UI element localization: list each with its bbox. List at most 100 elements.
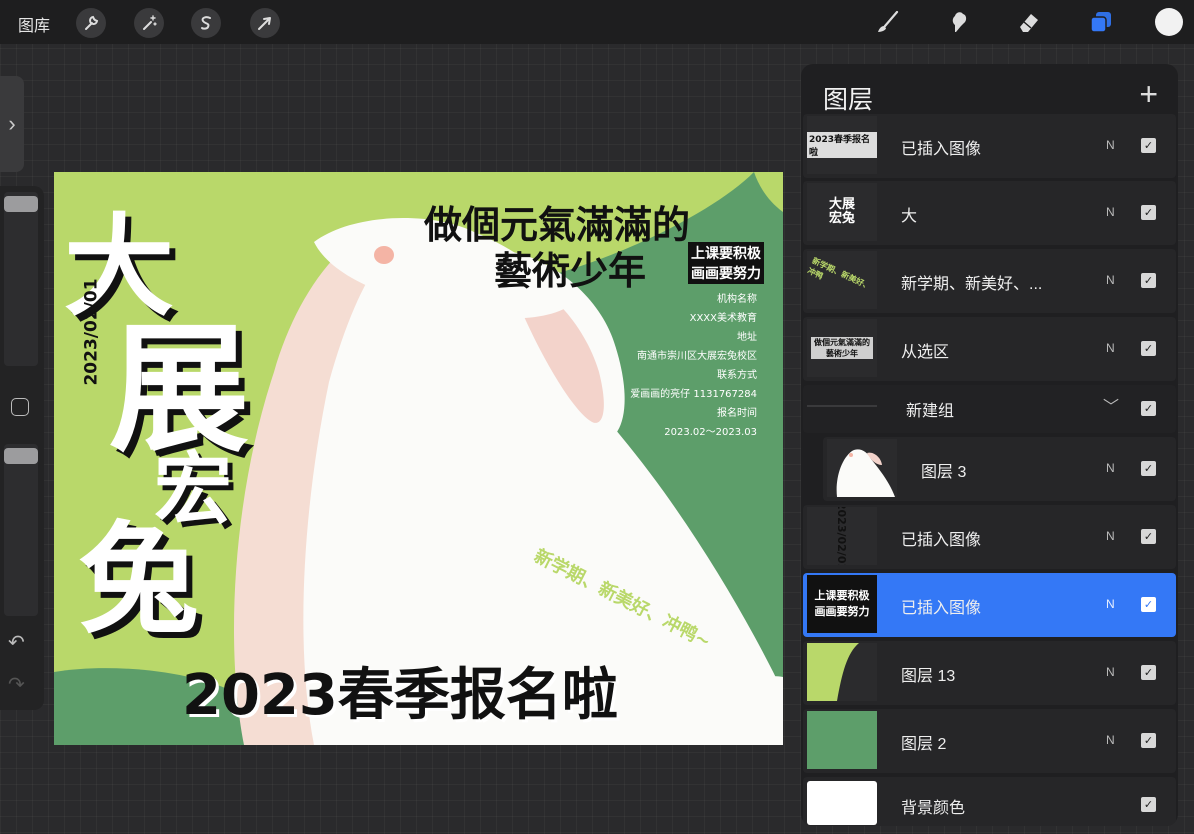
- layer-row[interactable]: 图层 13 N ✓: [803, 641, 1176, 705]
- thumb-text: 2023/02/01: [835, 507, 849, 565]
- gallery-button[interactable]: 图库: [18, 12, 50, 36]
- artwork-title-line2: 藝術少年: [494, 249, 647, 293]
- info-line: 爱画画的亮仔 1131767284: [630, 389, 757, 400]
- thumb-text: 大展宏兔: [828, 197, 855, 226]
- layer-name: 背景颜色: [901, 800, 966, 817]
- layer-name: 图层 2: [901, 736, 947, 753]
- transform-arrow-icon[interactable]: [250, 8, 280, 38]
- artwork-big-char-4: 兔: [79, 511, 199, 650]
- layer-row[interactable]: 2023/02/01 已插入图像 N ✓: [803, 505, 1176, 569]
- brush-size-knob[interactable]: [4, 196, 38, 212]
- artwork-slogan-line1: 上课要积极: [688, 242, 764, 264]
- layer-group-row[interactable]: 新建组 ﹀ ✓: [803, 385, 1176, 433]
- eraser-icon[interactable]: [1014, 7, 1044, 37]
- chevron-down-icon[interactable]: ﹀: [1103, 393, 1119, 417]
- layers-panel-title: 图层: [823, 86, 874, 114]
- layer-row[interactable]: 做個元氣滿滿的藝術少年 从选区 N ✓: [803, 317, 1176, 381]
- layer-thumbnail: 2023/02/01: [807, 507, 877, 565]
- blend-mode[interactable]: N: [1106, 665, 1115, 679]
- layer-thumbnail: 做個元氣滿滿的藝術少年: [807, 319, 877, 377]
- layer-thumbnail: [807, 781, 877, 825]
- visibility-checkbox[interactable]: ✓: [1141, 138, 1156, 153]
- layer-thumbnail: 上课要积极画画要努力: [807, 575, 877, 633]
- layer-thumbnail: 大展宏兔: [807, 183, 877, 241]
- artwork-canvas[interactable]: 大 展 宏 兔 2023/02/01 做個元氣滿滿的 藝術少年 上课要积极 画画…: [54, 172, 783, 745]
- layer-thumbnail: [807, 643, 877, 701]
- artwork-slogan-line2: 画画要努力: [688, 262, 764, 284]
- layers-panel: 图层 + 2023春季报名啦 已插入图像 N ✓ 大展宏兔 大 N ✓ 新学期、…: [801, 64, 1178, 826]
- layer-thumbnail: 2023春季报名啦: [807, 116, 877, 174]
- group-indicator: [807, 405, 877, 407]
- brush-icon[interactable]: [873, 7, 903, 37]
- info-line: XXXX美术教育: [689, 313, 757, 324]
- layer-name: 已插入图像: [901, 141, 982, 158]
- modify-button[interactable]: [11, 398, 29, 416]
- layer-name: 图层 13: [901, 668, 956, 685]
- visibility-checkbox[interactable]: ✓: [1141, 733, 1156, 748]
- info-line: 2023.02～2023.03: [664, 427, 757, 438]
- visibility-checkbox[interactable]: ✓: [1141, 529, 1156, 544]
- thumb-text: 新学期、新美好、冲鸭: [807, 256, 873, 292]
- group-name: 新建组: [906, 403, 955, 420]
- rabbit-thumbnail-icon: [836, 449, 895, 497]
- blend-mode[interactable]: N: [1106, 597, 1115, 611]
- blend-mode[interactable]: N: [1106, 341, 1115, 355]
- artwork-info-block: 机构名称 XXXX美术教育 地址 南通市崇川区大展宏兔校区 联系方式 爱画画的亮…: [630, 290, 757, 442]
- layer-thumbnail: [827, 439, 897, 497]
- left-sidebar: ↶ ↷: [0, 186, 44, 710]
- info-line: 南通市崇川区大展宏兔校区: [637, 351, 757, 362]
- selection-icon[interactable]: [191, 8, 221, 38]
- layer-row[interactable]: 上课要积极画画要努力 已插入图像 N ✓: [803, 573, 1176, 637]
- layer-thumbnail: [807, 711, 877, 769]
- color-swatch[interactable]: [1155, 8, 1183, 36]
- plus-icon[interactable]: +: [1139, 76, 1158, 113]
- layer-row[interactable]: 图层 3 N ✓: [823, 437, 1176, 501]
- layer-row[interactable]: 图层 2 N ✓: [803, 709, 1176, 773]
- visibility-checkbox[interactable]: ✓: [1141, 205, 1156, 220]
- wrench-icon[interactable]: [76, 8, 106, 38]
- sidebar-expand-tab[interactable]: ›: [0, 76, 24, 172]
- layer-row-background[interactable]: 背景颜色 ✓: [803, 777, 1176, 826]
- visibility-checkbox[interactable]: ✓: [1141, 665, 1156, 680]
- artwork-bottom-title: 2023春季报名啦: [182, 663, 618, 728]
- opacity-slider[interactable]: [4, 444, 38, 616]
- info-line: 机构名称: [717, 294, 757, 305]
- thumb-text: 上课要积极画画要努力: [814, 589, 870, 618]
- layer-name: 图层 3: [921, 464, 967, 481]
- blend-mode[interactable]: N: [1106, 461, 1115, 475]
- layer-name: 新学期、新美好、...: [901, 276, 1043, 293]
- layers-icon[interactable]: [1086, 7, 1116, 37]
- layer-thumb-shape: [807, 643, 859, 701]
- blend-mode[interactable]: N: [1106, 273, 1115, 287]
- blend-mode[interactable]: N: [1106, 138, 1115, 152]
- thumb-text: 做個元氣滿滿的藝術少年: [811, 337, 873, 359]
- undo-icon[interactable]: ↶: [8, 630, 25, 655]
- visibility-checkbox[interactable]: ✓: [1141, 597, 1156, 612]
- visibility-checkbox[interactable]: ✓: [1141, 401, 1156, 416]
- layer-name: 已插入图像: [901, 532, 982, 549]
- info-line: 报名时间: [717, 408, 757, 419]
- visibility-checkbox[interactable]: ✓: [1141, 797, 1156, 812]
- blend-mode[interactable]: N: [1106, 205, 1115, 219]
- layer-row[interactable]: 新学期、新美好、冲鸭 新学期、新美好、... N ✓: [803, 249, 1176, 313]
- redo-icon[interactable]: ↷: [8, 672, 25, 697]
- opacity-knob[interactable]: [4, 448, 38, 464]
- layer-name: 从选区: [901, 344, 950, 361]
- blend-mode[interactable]: N: [1106, 733, 1115, 747]
- thumb-text: 2023春季报名啦: [807, 132, 877, 158]
- layer-name: 已插入图像: [901, 600, 982, 617]
- layer-row[interactable]: 2023春季报名啦 已插入图像 N ✓: [803, 114, 1176, 178]
- chevron-right-icon: ›: [8, 111, 16, 136]
- visibility-checkbox[interactable]: ✓: [1141, 273, 1156, 288]
- top-toolbar: 图库: [0, 0, 1194, 44]
- layer-row[interactable]: 大展宏兔 大 N ✓: [803, 181, 1176, 245]
- visibility-checkbox[interactable]: ✓: [1141, 461, 1156, 476]
- blend-mode[interactable]: N: [1106, 529, 1115, 543]
- magic-wand-icon[interactable]: [134, 8, 164, 38]
- info-line: 联系方式: [717, 370, 757, 381]
- brush-size-slider[interactable]: [4, 192, 38, 366]
- smudge-icon[interactable]: [944, 7, 974, 37]
- info-line: 地址: [737, 332, 757, 343]
- visibility-checkbox[interactable]: ✓: [1141, 341, 1156, 356]
- artwork-date-vertical: 2023/02/01: [81, 278, 102, 386]
